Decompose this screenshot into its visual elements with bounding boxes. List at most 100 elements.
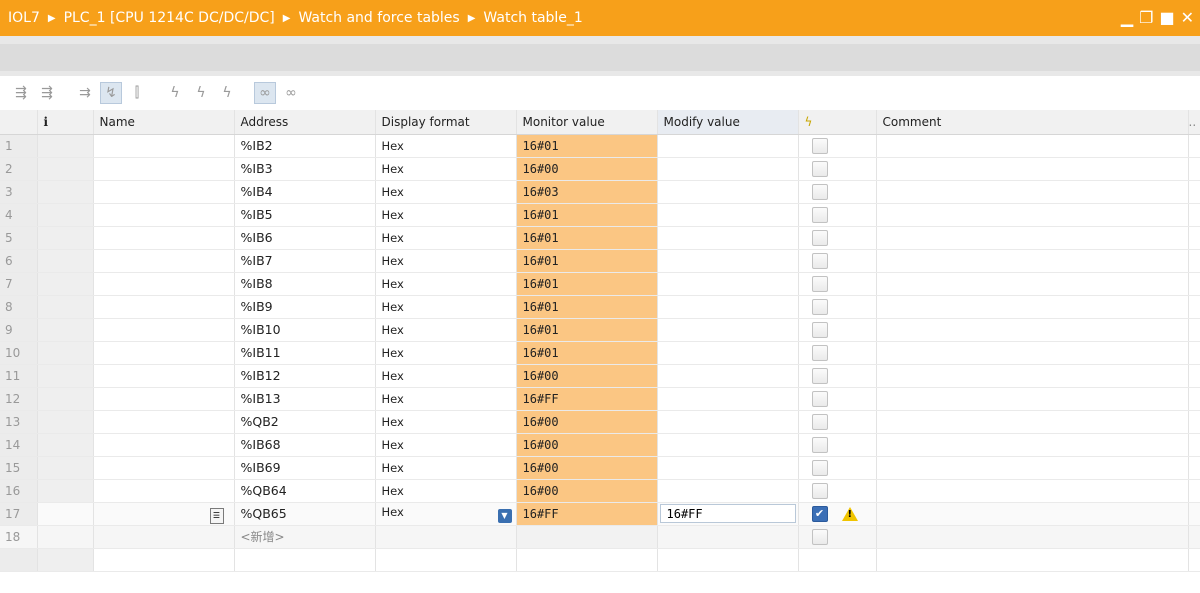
table-row[interactable]: 14 %IB68 Hex 16#00 (0, 433, 1200, 457)
modify-checkbox-checked[interactable]: ✔ (811, 505, 828, 522)
name-cell[interactable] (93, 318, 235, 342)
address-cell[interactable]: %IB3 (234, 157, 376, 181)
modify-checkbox[interactable] (811, 275, 828, 292)
modify-enable-cell[interactable]: ✔ (798, 502, 877, 526)
table-row[interactable]: 3 %IB4 Hex 16#03 (0, 180, 1200, 204)
name-cell[interactable] (93, 226, 235, 250)
modify-value-cell[interactable] (657, 180, 799, 204)
modify-value-cell[interactable]: 16#FF (657, 502, 799, 526)
modify-enable-cell[interactable] (798, 134, 877, 158)
modify-checkbox[interactable] (811, 413, 828, 430)
display-format-cell[interactable]: Hex (375, 226, 517, 250)
monitor-once-icon[interactable]: ∞ (280, 82, 302, 104)
name-cell[interactable] (93, 180, 235, 204)
address-header[interactable]: Address (234, 110, 376, 135)
display-format-cell[interactable]: Hex ▼ (375, 502, 517, 526)
modify-enable-cell[interactable] (798, 479, 877, 503)
name-cell[interactable] (93, 456, 235, 480)
table-row[interactable]: 2 %IB3 Hex 16#00 (0, 157, 1200, 181)
modify-checkbox[interactable] (811, 459, 828, 476)
table-row[interactable]: 9 %IB10 Hex 16#01 (0, 318, 1200, 342)
address-cell[interactable]: %IB69 (234, 456, 376, 480)
address-cell[interactable]: %IB9 (234, 295, 376, 319)
name-cell[interactable] (93, 134, 235, 158)
name-cell[interactable] (93, 272, 235, 296)
display-format-cell[interactable]: Hex (375, 318, 517, 342)
modify-checkbox[interactable] (811, 229, 828, 246)
name-header[interactable]: Name (93, 110, 235, 135)
display-format-cell[interactable]: Hex (375, 272, 517, 296)
breadcrumb-project[interactable]: IOL7 (8, 10, 40, 26)
comment-cell[interactable] (876, 341, 1189, 365)
table-row[interactable]: 1 %IB2 Hex 16#01 (0, 134, 1200, 158)
modify-enable-cell[interactable] (798, 295, 877, 319)
chevron-down-icon[interactable]: ▼ (497, 508, 512, 523)
modify-checkbox[interactable] (811, 436, 828, 453)
name-cell[interactable] (93, 249, 235, 273)
comment-cell[interactable] (876, 456, 1189, 480)
modify-value-cell[interactable] (657, 456, 799, 480)
restore-icon[interactable]: ❐ (1139, 10, 1153, 26)
address-cell[interactable]: %IB8 (234, 272, 376, 296)
modify-value-cell[interactable] (657, 226, 799, 250)
modify-checkbox[interactable] (811, 160, 828, 177)
modify-checkbox[interactable] (811, 137, 828, 154)
display-format-cell[interactable]: Hex (375, 295, 517, 319)
modify-checkbox[interactable] (811, 206, 828, 223)
add-row-icon[interactable]: ⇶ (36, 82, 58, 104)
modify-value-cell[interactable] (657, 341, 799, 365)
modify-enable-cell[interactable] (798, 456, 877, 480)
table-row[interactable]: 16 %QB64 Hex 16#00 (0, 479, 1200, 503)
address-cell[interactable]: %IB5 (234, 203, 376, 227)
modify-checkbox[interactable] (811, 183, 828, 200)
table-row[interactable]: 7 %IB8 Hex 16#01 (0, 272, 1200, 296)
minimize-icon[interactable]: ▁ (1121, 10, 1133, 26)
modify-value-cell[interactable] (657, 410, 799, 434)
modify-enable-cell[interactable] (798, 433, 877, 457)
insert-row-icon[interactable]: ⇶ (10, 82, 32, 104)
modify-enable-cell[interactable] (798, 157, 877, 181)
display-format-cell[interactable]: Hex (375, 479, 517, 503)
maximize-icon[interactable]: ■ (1159, 10, 1174, 26)
display-format-cell[interactable]: Hex (375, 433, 517, 457)
table-row[interactable]: 10 %IB11 Hex 16#01 (0, 341, 1200, 365)
modify-enable-cell[interactable] (798, 203, 877, 227)
name-cell[interactable] (93, 387, 235, 411)
modify-enable-cell[interactable] (798, 387, 877, 411)
table-row-active[interactable]: 17 ☰ %QB65 Hex ▼ 16#FF 16#FF ✔ (0, 502, 1200, 526)
comment-cell[interactable] (876, 180, 1189, 204)
address-cell[interactable]: %IB6 (234, 226, 376, 250)
comment-header[interactable]: Comment (876, 110, 1189, 135)
address-cell[interactable]: %IB4 (234, 180, 376, 204)
modify-enable-cell[interactable] (798, 272, 877, 296)
comment-cell[interactable] (876, 295, 1189, 319)
comment-cell[interactable] (876, 203, 1189, 227)
table-row[interactable]: 6 %IB7 Hex 16#01 (0, 249, 1200, 273)
add-new-placeholder[interactable]: <新增> (234, 525, 376, 549)
close-icon[interactable]: ✕ (1181, 10, 1194, 26)
comment-cell[interactable] (876, 157, 1189, 181)
comment-cell[interactable] (876, 502, 1189, 526)
force-all-icon[interactable]: ϟ (190, 82, 212, 104)
display-format-header[interactable]: Display format (375, 110, 517, 135)
address-cell[interactable]: %IB7 (234, 249, 376, 273)
breadcrumb-watch-table[interactable]: Watch table_1 (483, 10, 582, 26)
comment-cell[interactable] (876, 433, 1189, 457)
name-cell[interactable] (93, 341, 235, 365)
modify-value-input[interactable]: 16#FF (659, 504, 796, 523)
comment-cell[interactable] (876, 387, 1189, 411)
display-format-cell[interactable]: Hex (375, 410, 517, 434)
table-row[interactable]: 5 %IB6 Hex 16#01 (0, 226, 1200, 250)
table-row[interactable]: 12 %IB13 Hex 16#FF (0, 387, 1200, 411)
modify-checkbox[interactable] (811, 321, 828, 338)
modify-enable-cell[interactable] (798, 410, 877, 434)
display-format-cell[interactable]: Hex (375, 180, 517, 204)
tag-list-icon[interactable]: ☰ (209, 507, 224, 524)
breadcrumb-watch-force-tables[interactable]: Watch and force tables (298, 10, 459, 26)
modify-value-cell[interactable] (657, 318, 799, 342)
monitor-all-icon[interactable]: ∞ (254, 82, 276, 104)
name-cell[interactable] (93, 410, 235, 434)
modify-value-cell[interactable] (657, 295, 799, 319)
modify-value-cell[interactable] (657, 249, 799, 273)
display-format-cell[interactable] (375, 525, 517, 549)
